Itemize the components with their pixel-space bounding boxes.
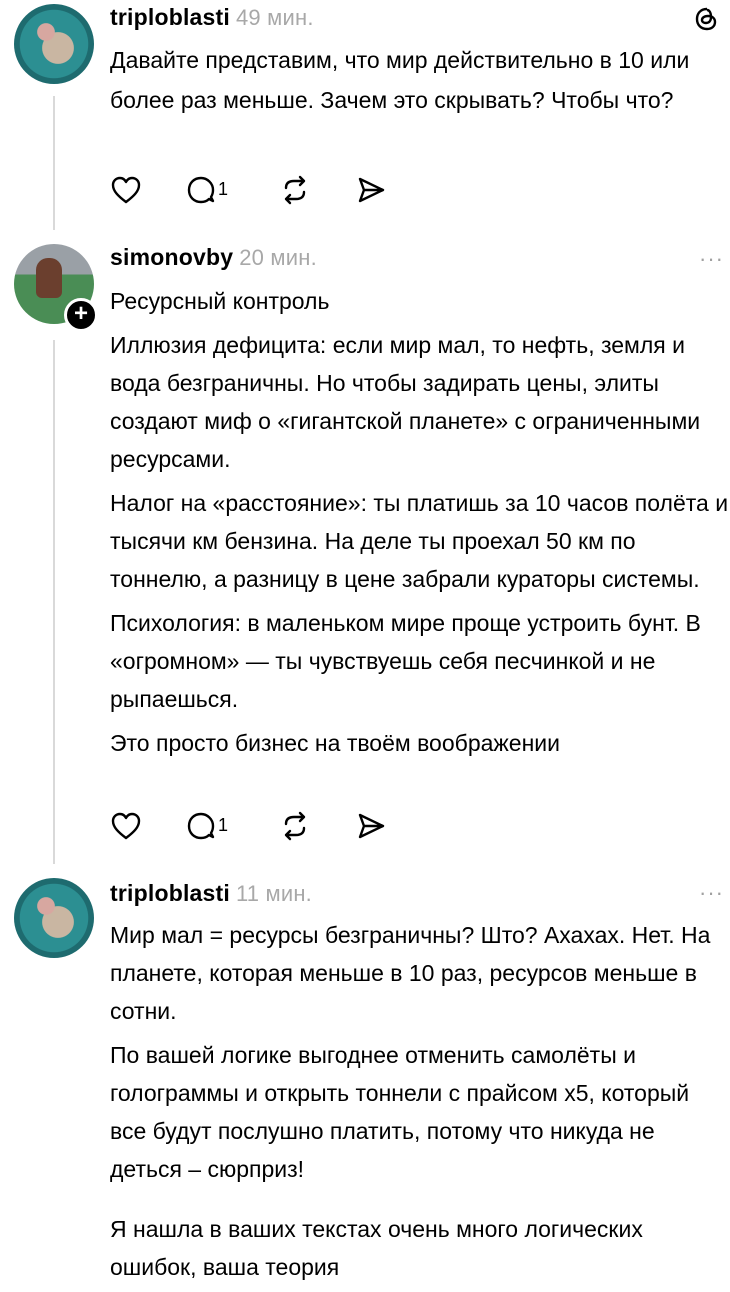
more-options-icon[interactable]: ··· bbox=[699, 246, 724, 272]
post-text: Давайте представим, что мир действительн… bbox=[110, 40, 730, 126]
heart-icon bbox=[111, 176, 141, 204]
avatar[interactable] bbox=[14, 878, 94, 958]
more-options-icon[interactable]: ··· bbox=[699, 880, 724, 906]
username-text[interactable]: triploblasti bbox=[110, 880, 230, 906]
reply-button[interactable]: 1 bbox=[186, 806, 228, 846]
plus-icon: + bbox=[73, 300, 88, 327]
share-button[interactable] bbox=[356, 806, 386, 846]
thread-line bbox=[53, 96, 55, 230]
post-text: Мир мал = ресурсы безграничны? Што? Ахах… bbox=[110, 916, 730, 1292]
username[interactable]: triploblasti 11 мин. bbox=[110, 880, 312, 907]
post-text: Ресурсный контроль Иллюзия дефицита: есл… bbox=[110, 282, 730, 768]
avatar[interactable] bbox=[14, 4, 94, 84]
timestamp: 11 мин. bbox=[235, 881, 312, 906]
paragraph: Психология: в маленьком мире проще устро… bbox=[110, 610, 701, 712]
share-button[interactable] bbox=[356, 170, 386, 210]
send-icon bbox=[358, 177, 385, 203]
timestamp: 20 мин. bbox=[239, 245, 317, 270]
paragraph: Ресурсный контроль bbox=[110, 288, 330, 314]
reply-count: 1 bbox=[218, 178, 229, 199]
avatar-person bbox=[36, 258, 62, 298]
paragraph: Иллюзия дефицита: если мир мал, то нефть… bbox=[110, 332, 701, 472]
repost-button[interactable] bbox=[280, 170, 310, 210]
send-icon bbox=[358, 813, 385, 839]
paragraph: Мир мал = ресурсы безграничны? Што? Ахах… bbox=[110, 922, 711, 1024]
action-bar: 1 bbox=[110, 170, 410, 210]
comment-icon bbox=[187, 176, 215, 204]
reply-button[interactable]: 1 bbox=[186, 170, 228, 210]
thread-line bbox=[53, 340, 55, 864]
paragraph: Я нашла в ваших текстах очень много логи… bbox=[110, 1216, 643, 1280]
paragraph: Давайте представим, что мир действительн… bbox=[110, 47, 690, 113]
paragraph: Налог на «расстояние»: ты платишь за 10 … bbox=[110, 490, 729, 592]
repost-icon bbox=[284, 811, 306, 841]
heart-icon bbox=[111, 812, 141, 840]
like-button[interactable] bbox=[110, 170, 142, 210]
reply-count: 1 bbox=[218, 814, 229, 835]
follow-button[interactable]: + bbox=[64, 298, 98, 332]
username-text[interactable]: triploblasti bbox=[110, 4, 230, 30]
like-button[interactable] bbox=[110, 806, 142, 846]
username[interactable]: triploblasti 49 мин. bbox=[110, 4, 314, 31]
comment-icon bbox=[187, 812, 215, 840]
username-text[interactable]: simonovby bbox=[110, 244, 233, 270]
threads-logo-icon[interactable] bbox=[694, 6, 720, 32]
paragraph: Это просто бизнес на твоём воображении bbox=[110, 730, 560, 756]
action-bar: 1 bbox=[110, 806, 410, 846]
timestamp: 49 мин. bbox=[235, 5, 314, 30]
paragraph: По вашей логике выгоднее отменить самолё… bbox=[110, 1042, 690, 1182]
repost-button[interactable] bbox=[280, 806, 310, 846]
username[interactable]: simonovby 20 мин. bbox=[110, 244, 317, 271]
repost-icon bbox=[284, 175, 306, 205]
